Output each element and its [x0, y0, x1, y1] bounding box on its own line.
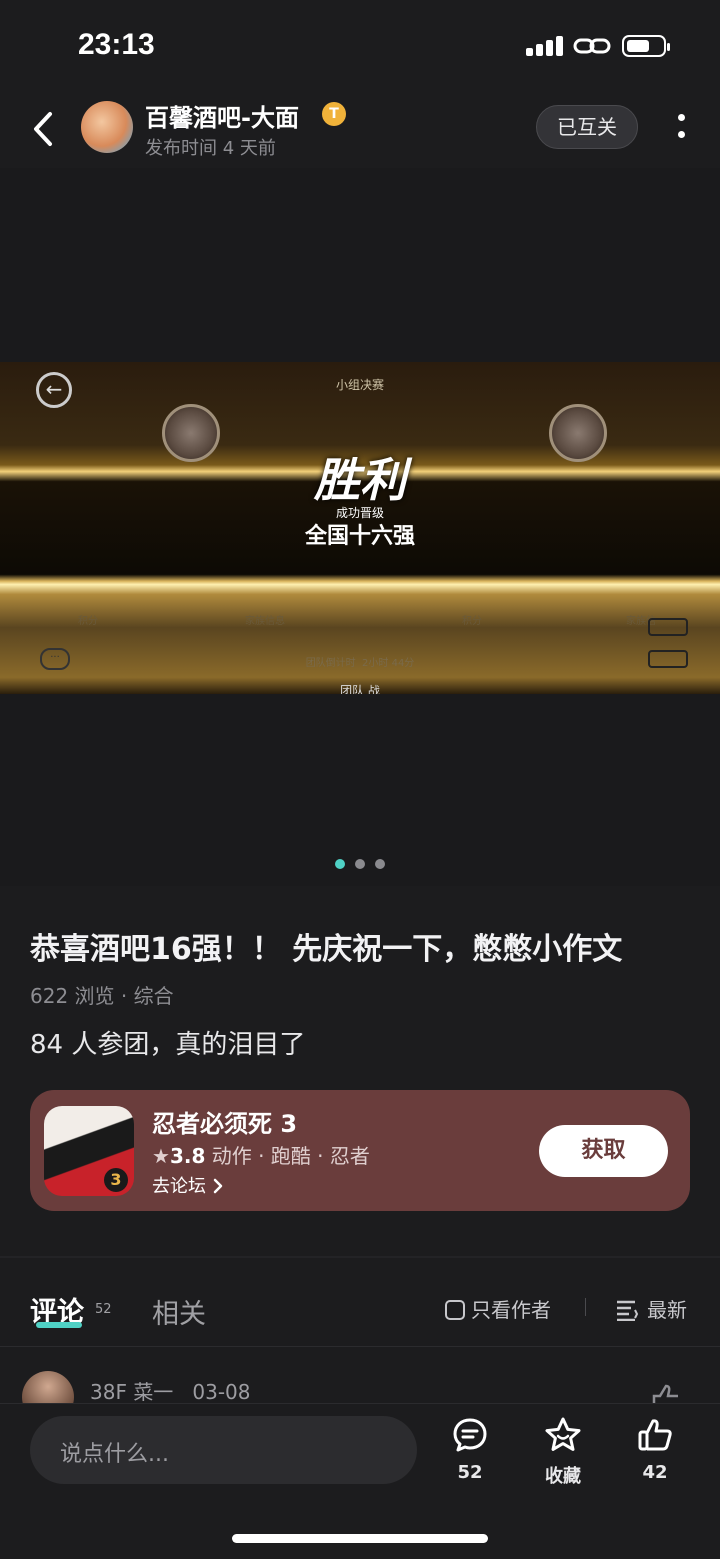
- comments-button[interactable]: 52: [430, 1416, 510, 1483]
- star-outline-icon: [545, 1417, 581, 1451]
- battery-icon: [622, 35, 670, 57]
- advance-title: 全国十六强: [304, 524, 415, 549]
- checkbox-icon[interactable]: [445, 1300, 465, 1320]
- score-col: 积分: [78, 616, 98, 627]
- comments-count-label: 52: [457, 1462, 483, 1483]
- sort-button[interactable]: 最新: [615, 1294, 687, 1323]
- tab-related[interactable]: 相关: [152, 1292, 206, 1331]
- sort-list-icon: [617, 1300, 639, 1322]
- team-label: 团队 战: [340, 684, 380, 694]
- tab-comments[interactable]: 评论: [30, 1290, 84, 1329]
- back-arrow-icon[interactable]: [26, 104, 66, 154]
- game-meta: ★3.8 动作 · 跑酷 · 忍者: [152, 1140, 370, 1169]
- star-icon: ★: [152, 1144, 170, 1168]
- comment-floor: 38F: [90, 1380, 127, 1404]
- game-card[interactable]: 3 忍者必须死 3 ★3.8 动作 · 跑酷 · 忍者 去论坛 获取: [30, 1090, 690, 1211]
- countdown-text: 团队倒计时 2小时 44分: [305, 658, 415, 669]
- post-body: 84 人参团，真的泪目了: [30, 1030, 306, 1060]
- comment-user[interactable]: 菜一: [133, 1380, 173, 1404]
- favorite-button[interactable]: 收藏: [523, 1416, 603, 1488]
- game-screenshot[interactable]: ← 小组决赛 胜利 成功晋级 全国十六强 积分 家族信息 积分 家族信 ··· …: [0, 362, 720, 694]
- score-col: 家族信息: [245, 616, 285, 627]
- status-time: 23:13: [78, 28, 155, 61]
- comment-input[interactable]: 说点什么...: [30, 1416, 417, 1484]
- score-col: 积分: [462, 616, 482, 627]
- like-button[interactable]: 42: [615, 1416, 695, 1483]
- signal-icon: [526, 36, 566, 56]
- active-tab-underline: [36, 1322, 82, 1328]
- divider: [585, 1298, 586, 1316]
- publish-time: 发布时间 4 天前: [145, 138, 276, 159]
- forum-link[interactable]: 去论坛: [152, 1172, 224, 1198]
- game-app-icon[interactable]: 3: [44, 1106, 134, 1196]
- carousel-dot: [335, 859, 345, 869]
- get-game-button[interactable]: 获取: [539, 1125, 668, 1177]
- screenshot-title: 小组决赛: [335, 378, 384, 392]
- comment-like-icon[interactable]: [650, 1384, 684, 1404]
- comments-count: 52: [95, 1302, 112, 1317]
- carousel-indicator: [0, 854, 720, 873]
- game-tags: 动作 · 跑酷 · 忍者: [211, 1144, 370, 1168]
- link-icon: [573, 38, 611, 54]
- comment-tabs: 评论 52 相关 只看作者 最新: [0, 1258, 720, 1347]
- comment-input-placeholder: 说点什么...: [60, 1442, 169, 1467]
- post-header: 百馨酒吧-大面 T 发布时间 4 天前 已互关: [0, 90, 720, 169]
- game-name[interactable]: 忍者必须死 3: [152, 1104, 297, 1139]
- status-bar: 23:13: [0, 0, 720, 90]
- favorite-label: 收藏: [545, 1466, 581, 1487]
- post-meta: 622 浏览 · 综合: [30, 984, 174, 1008]
- image-carousel[interactable]: ← 小组决赛 胜利 成功晋级 全国十六强 积分 家族信息 积分 家族信 ··· …: [0, 168, 720, 886]
- ticket-icon: [648, 650, 688, 668]
- thumbs-up-icon: [638, 1419, 672, 1451]
- chevron-right-icon: [213, 1178, 222, 1194]
- game-rating: 3.8: [169, 1144, 206, 1168]
- only-author-toggle[interactable]: 只看作者: [445, 1294, 551, 1323]
- carousel-dot: [355, 859, 365, 869]
- ticket-icon: [648, 618, 688, 636]
- comment-header: 38F 菜一 03-08: [90, 1376, 251, 1405]
- like-count-label: 42: [642, 1462, 668, 1483]
- follow-button[interactable]: 已互关: [536, 105, 638, 149]
- author-name[interactable]: 百馨酒吧-大面: [145, 98, 299, 133]
- game-icon-badge: 3: [104, 1168, 128, 1192]
- carousel-dot: [375, 859, 385, 869]
- home-indicator[interactable]: [232, 1534, 488, 1543]
- comment-date: 03-08: [192, 1380, 251, 1404]
- victory-text: 胜利: [314, 453, 406, 507]
- author-avatar[interactable]: [81, 101, 133, 153]
- more-options-icon[interactable]: [673, 110, 689, 146]
- bottom-action-bar: 说点什么... 52 收藏 42: [0, 1403, 720, 1559]
- post-title: 恭喜酒吧16强！！ 先庆祝一下，憋憋小作文: [30, 932, 623, 967]
- comment-bubble-icon: [453, 1418, 487, 1452]
- verified-badge-icon: T: [322, 102, 346, 126]
